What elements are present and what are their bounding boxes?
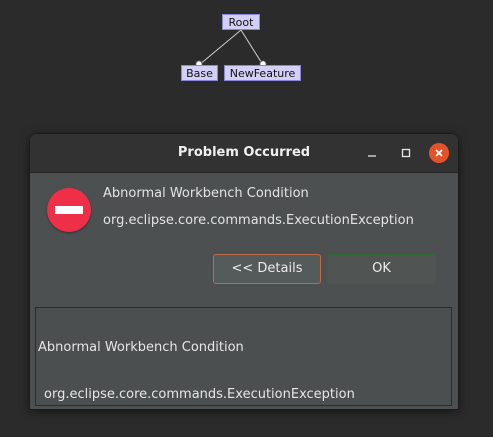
editor-canvas: Root Base NewFeature Problem Occurred Ab… <box>0 0 493 437</box>
edge-root-base <box>198 29 242 66</box>
details-line-title: Abnormal Workbench Condition <box>38 340 244 355</box>
feature-node-root[interactable]: Root <box>222 14 260 30</box>
maximize-icon <box>396 147 416 159</box>
details-button[interactable]: << Details <box>213 254 321 284</box>
maximize-button[interactable] <box>396 143 416 163</box>
minimize-icon <box>362 147 382 159</box>
feature-node-newfeature[interactable]: NewFeature <box>224 65 301 81</box>
details-text-area[interactable]: Abnormal Workbench Condition org.eclipse… <box>35 307 452 406</box>
feature-node-base[interactable]: Base <box>181 65 218 81</box>
dialog-title: Problem Occurred <box>177 145 311 160</box>
message-title: Abnormal Workbench Condition <box>103 186 309 201</box>
dialog-titlebar[interactable]: Problem Occurred <box>30 134 458 173</box>
edge-root-newfeature <box>240 29 264 66</box>
problem-dialog: Problem Occurred Abnormal Workbench Cond… <box>30 134 458 409</box>
minimize-button[interactable] <box>362 143 382 163</box>
details-line-exception: org.eclipse.core.commands.ExecutionExcep… <box>44 387 355 402</box>
close-icon <box>429 147 449 159</box>
ok-button[interactable]: OK <box>327 254 436 284</box>
message-detail: org.eclipse.core.commands.ExecutionExcep… <box>103 213 414 228</box>
close-button[interactable] <box>429 143 449 163</box>
error-icon <box>47 188 91 232</box>
